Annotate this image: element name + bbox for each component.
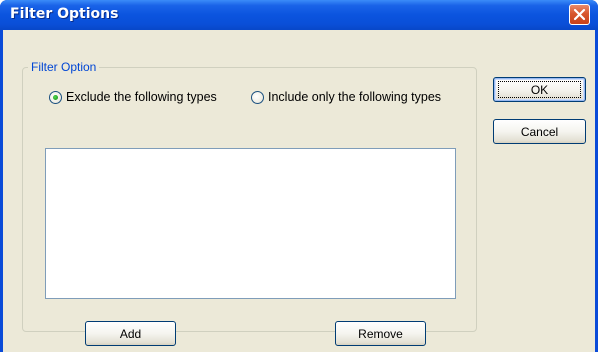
exclude-types-radio[interactable]: Exclude the following types [49,87,217,107]
add-button[interactable]: Add [85,321,176,346]
include-only-types-label: Include only the following types [268,90,442,104]
ok-button[interactable]: OK [493,77,586,102]
dialog-body: Filter Option Exclude the following type… [3,30,595,352]
cancel-button[interactable]: Cancel [493,119,586,144]
types-listbox[interactable] [45,148,456,299]
window-title: Filter Options [10,6,119,22]
radio-checked-icon [49,90,62,104]
filter-option-group: Filter Option Exclude the following type… [22,59,477,346]
filter-options-dialog: Filter Options Filter Option Exclude the… [0,0,598,352]
filter-option-legend: Filter Option [28,59,100,75]
remove-button-label: Remove [358,326,403,341]
title-bar[interactable]: Filter Options [0,0,598,30]
cancel-button-label: Cancel [520,124,559,139]
radio-unchecked-icon [251,90,264,104]
close-icon [573,8,586,21]
focus-ring [498,81,581,98]
remove-button[interactable]: Remove [335,321,426,346]
add-button-label: Add [119,326,142,341]
close-button[interactable] [569,4,590,25]
include-only-types-radio[interactable]: Include only the following types [251,87,441,107]
exclude-types-label: Exclude the following types [66,90,217,104]
